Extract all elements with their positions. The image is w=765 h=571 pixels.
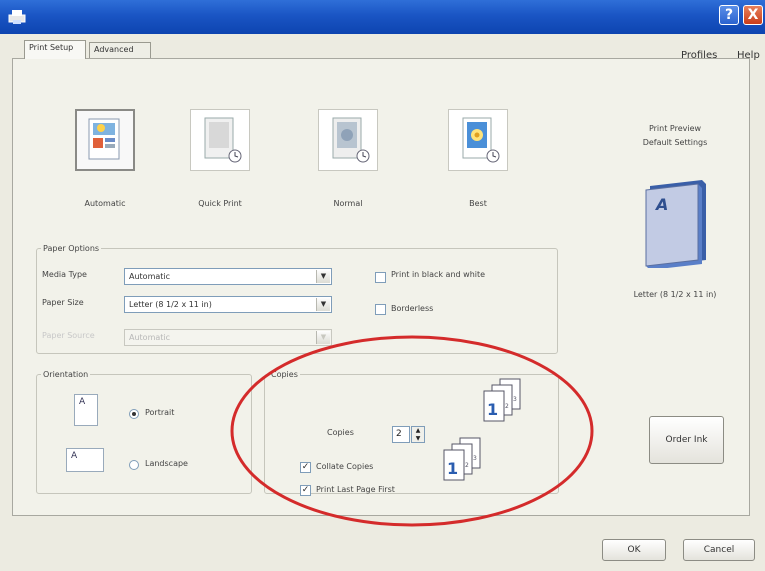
paper-size-select[interactable]: Letter (8 1/2 x 11 in) ▼ bbox=[124, 296, 332, 313]
media-type-label: Media Type bbox=[42, 270, 87, 279]
paper-source-value: Automatic bbox=[129, 333, 171, 342]
preview-title: Print Preview Default Settings bbox=[630, 122, 720, 150]
borderless-label: Borderless bbox=[391, 304, 434, 313]
portrait-icon-letter: A bbox=[79, 397, 86, 407]
preview-title-text: Print Preview bbox=[648, 124, 702, 133]
black-white-label: Print in black and white bbox=[391, 270, 486, 279]
quality-normal-button[interactable] bbox=[318, 109, 378, 171]
ok-button[interactable]: OK bbox=[602, 539, 666, 561]
portrait-label: Portrait bbox=[145, 408, 175, 417]
landscape-icon: A bbox=[66, 448, 104, 472]
paper-options-legend: Paper Options bbox=[43, 244, 100, 253]
best-quality-icon bbox=[462, 117, 500, 163]
chevron-down-icon: ▼ bbox=[316, 298, 330, 311]
help-button[interactable]: ? bbox=[719, 5, 739, 25]
quality-normal-label: Normal bbox=[333, 199, 363, 208]
landscape-label: Landscape bbox=[145, 459, 188, 468]
orientation-group: Orientation bbox=[36, 370, 252, 494]
quality-automatic-button[interactable] bbox=[75, 109, 135, 171]
paper-source-label: Paper Source bbox=[42, 331, 95, 340]
landscape-radio[interactable] bbox=[129, 460, 139, 470]
paper-size-value: Letter (8 1/2 x 11 in) bbox=[129, 300, 212, 309]
automatic-quality-icon bbox=[88, 118, 120, 160]
paper-size-label: Paper Size bbox=[42, 298, 84, 307]
page-preview-icon: A bbox=[645, 180, 706, 268]
black-white-checkbox[interactable] bbox=[375, 272, 386, 283]
annotation-ellipse bbox=[230, 335, 594, 527]
quality-best-label: Best bbox=[469, 199, 487, 208]
borderless-checkbox[interactable] bbox=[375, 304, 386, 315]
order-ink-button[interactable]: Order Ink bbox=[649, 416, 724, 464]
portrait-icon: A bbox=[74, 394, 98, 426]
quality-quick-print-label: Quick Print bbox=[198, 199, 242, 208]
media-type-value: Automatic bbox=[129, 272, 171, 281]
printer-app-icon bbox=[8, 10, 26, 24]
landscape-icon-letter: A bbox=[71, 451, 78, 461]
close-button[interactable]: X bbox=[743, 5, 763, 25]
title-bar: ? X bbox=[0, 0, 765, 34]
quality-best-button[interactable] bbox=[448, 109, 508, 171]
quality-quick-print-button[interactable] bbox=[190, 109, 250, 171]
quality-automatic-label: Automatic bbox=[84, 199, 126, 208]
preview-subtitle-text: Default Settings bbox=[642, 138, 708, 147]
tab-print-setup[interactable]: Print Setup bbox=[24, 40, 86, 59]
tab-advanced[interactable]: Advanced bbox=[89, 42, 151, 59]
orientation-legend: Orientation bbox=[43, 370, 89, 379]
chevron-down-icon: ▼ bbox=[316, 270, 330, 283]
preview-page-letter: A bbox=[654, 195, 668, 214]
media-type-select[interactable]: Automatic ▼ bbox=[124, 268, 332, 285]
normal-quality-icon bbox=[332, 117, 370, 163]
preview-paper-size: Letter (8 1/2 x 11 in) bbox=[633, 290, 717, 299]
portrait-radio[interactable] bbox=[129, 409, 139, 419]
quick-print-icon bbox=[204, 117, 242, 163]
cancel-button[interactable]: Cancel bbox=[683, 539, 755, 561]
